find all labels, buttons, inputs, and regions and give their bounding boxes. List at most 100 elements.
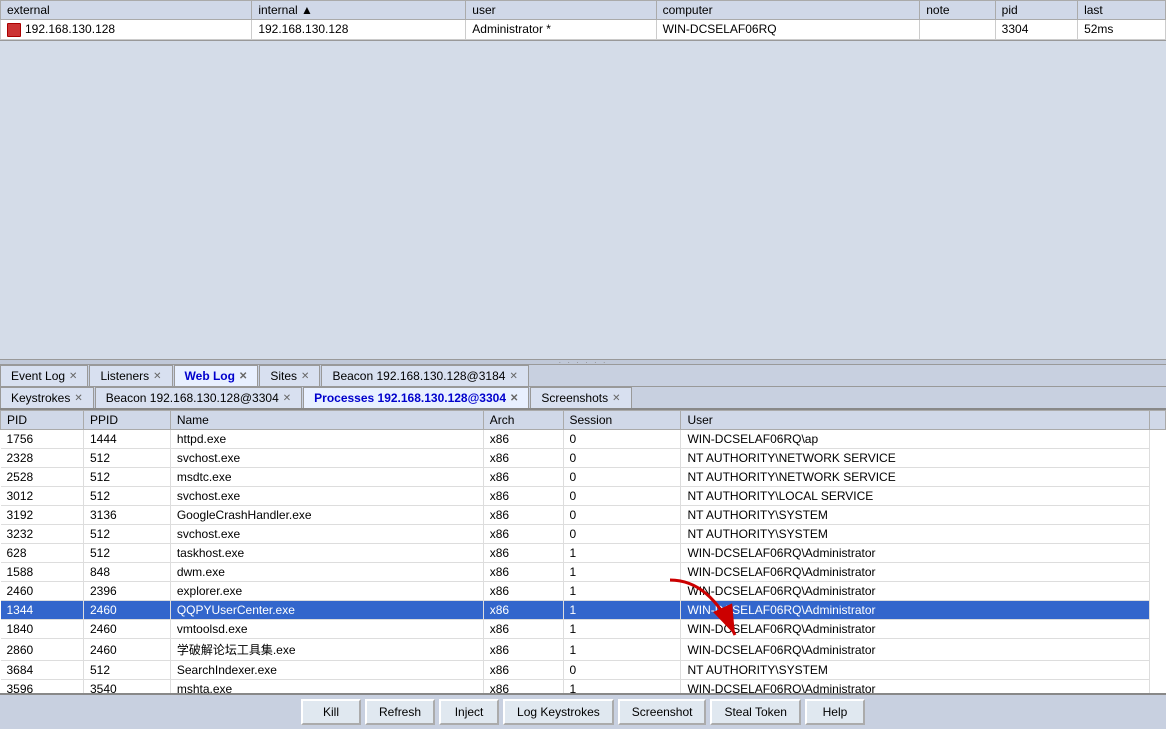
cell-ppid: 512 bbox=[84, 487, 171, 506]
cell-user: NT AUTHORITY\NETWORK SERVICE bbox=[681, 468, 1150, 487]
cell-pid: 2328 bbox=[1, 449, 84, 468]
cell-pid: 2528 bbox=[1, 468, 84, 487]
cell-session: 1 bbox=[563, 620, 681, 639]
process-row[interactable]: 2528512msdtc.exex860NT AUTHORITY\NETWORK… bbox=[1, 468, 1166, 487]
cell-arch: x86 bbox=[483, 487, 563, 506]
process-row[interactable]: 3684512SearchIndexer.exex860NT AUTHORITY… bbox=[1, 661, 1166, 680]
process-row[interactable]: 628512taskhost.exex861WIN-DCSELAF06RQ\Ad… bbox=[1, 544, 1166, 563]
col-arch[interactable]: Arch bbox=[483, 411, 563, 430]
col-internal[interactable]: internal ▲ bbox=[252, 1, 466, 20]
cell-last: 52ms bbox=[1078, 20, 1166, 40]
tab-close[interactable]: ✕ bbox=[283, 393, 291, 404]
cell-user: NT AUTHORITY\LOCAL SERVICE bbox=[681, 487, 1150, 506]
tab-listeners[interactable]: Listeners✕ bbox=[89, 365, 172, 386]
cell-arch: x86 bbox=[483, 582, 563, 601]
tab-close[interactable]: ✕ bbox=[239, 371, 247, 382]
cell-user: NT AUTHORITY\SYSTEM bbox=[681, 506, 1150, 525]
tab-close[interactable]: ✕ bbox=[510, 393, 518, 404]
cell-name: dwm.exe bbox=[170, 563, 483, 582]
cell-name: QQPYUserCenter.exe bbox=[170, 601, 483, 620]
log-keystrokes-button[interactable]: Log Keystrokes bbox=[503, 699, 614, 725]
tab-close[interactable]: ✕ bbox=[509, 371, 517, 382]
kill-button[interactable]: Kill bbox=[301, 699, 361, 725]
col-ppid[interactable]: PPID bbox=[84, 411, 171, 430]
cell-session: 0 bbox=[563, 661, 681, 680]
cell-name: 学破解论坛工具集.exe bbox=[170, 639, 483, 661]
bottom-panel: PIDPPIDNameArchSessionUser 17561444httpd… bbox=[0, 410, 1166, 729]
cell-pid: 3684 bbox=[1, 661, 84, 680]
cell-user: Administrator * bbox=[466, 20, 656, 40]
cell-user: WIN-DCSELAF06RQ\Administrator bbox=[681, 680, 1150, 693]
col-name[interactable]: Name bbox=[170, 411, 483, 430]
beacon-session-area: external internal ▲ user computer note p… bbox=[0, 0, 1166, 41]
cell-session: 0 bbox=[563, 506, 681, 525]
col-user[interactable]: User bbox=[681, 411, 1150, 430]
process-row[interactable]: 2328512svchost.exex860NT AUTHORITY\NETWO… bbox=[1, 449, 1166, 468]
cell-arch: x86 bbox=[483, 639, 563, 661]
process-row[interactable]: 3012512svchost.exex860NT AUTHORITY\LOCAL… bbox=[1, 487, 1166, 506]
tab2-keystrokes[interactable]: Keystrokes✕ bbox=[0, 387, 94, 408]
process-row[interactable]: 24602396explorer.exex861WIN-DCSELAF06RQ\… bbox=[1, 582, 1166, 601]
col-pid[interactable]: pid bbox=[995, 1, 1077, 20]
beacon-row[interactable]: 192.168.130.128 192.168.130.128 Administ… bbox=[1, 20, 1166, 40]
cell-session: 0 bbox=[563, 487, 681, 506]
cell-user: WIN-DCSELAF06RQ\ap bbox=[681, 430, 1150, 449]
tab-close[interactable]: ✕ bbox=[301, 371, 309, 382]
cell-arch: x86 bbox=[483, 430, 563, 449]
cell-name: explorer.exe bbox=[170, 582, 483, 601]
cell-ppid: 512 bbox=[84, 544, 171, 563]
tab-close[interactable]: ✕ bbox=[74, 393, 82, 404]
cell-name: GoogleCrashHandler.exe bbox=[170, 506, 483, 525]
help-button[interactable]: Help bbox=[805, 699, 865, 725]
tab-sites[interactable]: Sites✕ bbox=[259, 365, 320, 386]
cell-pid: 3012 bbox=[1, 487, 84, 506]
col-last[interactable]: last bbox=[1078, 1, 1166, 20]
process-row[interactable]: 31923136GoogleCrashHandler.exex860NT AUT… bbox=[1, 506, 1166, 525]
process-row[interactable]: 18402460vmtoolsd.exex861WIN-DCSELAF06RQ\… bbox=[1, 620, 1166, 639]
cell-arch: x86 bbox=[483, 601, 563, 620]
col-session[interactable]: Session bbox=[563, 411, 681, 430]
process-row[interactable]: 35963540mshta.exex861WIN-DCSELAF06RQ\Adm… bbox=[1, 680, 1166, 693]
screenshot-button[interactable]: Screenshot bbox=[618, 699, 707, 725]
tab2-processes-192.168.130.128@3304[interactable]: Processes 192.168.130.128@3304✕ bbox=[303, 387, 529, 408]
beacon-table: external internal ▲ user computer note p… bbox=[0, 0, 1166, 40]
cell-ppid: 512 bbox=[84, 449, 171, 468]
process-row[interactable]: 17561444httpd.exex860WIN-DCSELAF06RQ\ap bbox=[1, 430, 1166, 449]
cell-ppid: 3136 bbox=[84, 506, 171, 525]
cell-name: SearchIndexer.exe bbox=[170, 661, 483, 680]
process-row[interactable]: 28602460学破解论坛工具集.exex861WIN-DCSELAF06RQ\… bbox=[1, 639, 1166, 661]
cell-ppid: 3540 bbox=[84, 680, 171, 693]
cell-user: WIN-DCSELAF06RQ\Administrator bbox=[681, 544, 1150, 563]
cell-pid: 3192 bbox=[1, 506, 84, 525]
process-row[interactable]: 3232512svchost.exex860NT AUTHORITY\SYSTE… bbox=[1, 525, 1166, 544]
col-external[interactable]: external bbox=[1, 1, 252, 20]
cell-session: 1 bbox=[563, 680, 681, 693]
tab-event-log[interactable]: Event Log✕ bbox=[0, 365, 88, 386]
col-note[interactable]: note bbox=[920, 1, 995, 20]
col-user[interactable]: user bbox=[466, 1, 656, 20]
process-row[interactable]: 1588848dwm.exex861WIN-DCSELAF06RQ\Admini… bbox=[1, 563, 1166, 582]
col-pid[interactable]: PID bbox=[1, 411, 84, 430]
tab-beacon-192.168.130.128@3184[interactable]: Beacon 192.168.130.128@3184✕ bbox=[321, 365, 528, 386]
inject-button[interactable]: Inject bbox=[439, 699, 499, 725]
middle-empty-area bbox=[0, 41, 1166, 360]
tab2-screenshots[interactable]: Screenshots✕ bbox=[530, 387, 631, 408]
cell-name: vmtoolsd.exe bbox=[170, 620, 483, 639]
tab-close[interactable]: ✕ bbox=[69, 371, 77, 382]
refresh-button[interactable]: Refresh bbox=[365, 699, 435, 725]
steal-token-button[interactable]: Steal Token bbox=[710, 699, 801, 725]
col-computer[interactable]: computer bbox=[656, 1, 920, 20]
cell-user: WIN-DCSELAF06RQ\Administrator bbox=[681, 563, 1150, 582]
tab-close[interactable]: ✕ bbox=[153, 371, 161, 382]
cell-pid: 3232 bbox=[1, 525, 84, 544]
tab-web-log[interactable]: Web Log✕ bbox=[174, 365, 259, 386]
process-row[interactable]: 13442460QQPYUserCenter.exex861WIN-DCSELA… bbox=[1, 601, 1166, 620]
cell-pid: 1840 bbox=[1, 620, 84, 639]
cell-name: svchost.exe bbox=[170, 487, 483, 506]
cell-user: WIN-DCSELAF06RQ\Administrator bbox=[681, 620, 1150, 639]
tab-close[interactable]: ✕ bbox=[612, 393, 620, 404]
cell-session: 0 bbox=[563, 430, 681, 449]
cell-arch: x86 bbox=[483, 661, 563, 680]
process-table-container[interactable]: PIDPPIDNameArchSessionUser 17561444httpd… bbox=[0, 410, 1166, 693]
tab2-beacon-192.168.130.128@3304[interactable]: Beacon 192.168.130.128@3304✕ bbox=[95, 387, 302, 408]
